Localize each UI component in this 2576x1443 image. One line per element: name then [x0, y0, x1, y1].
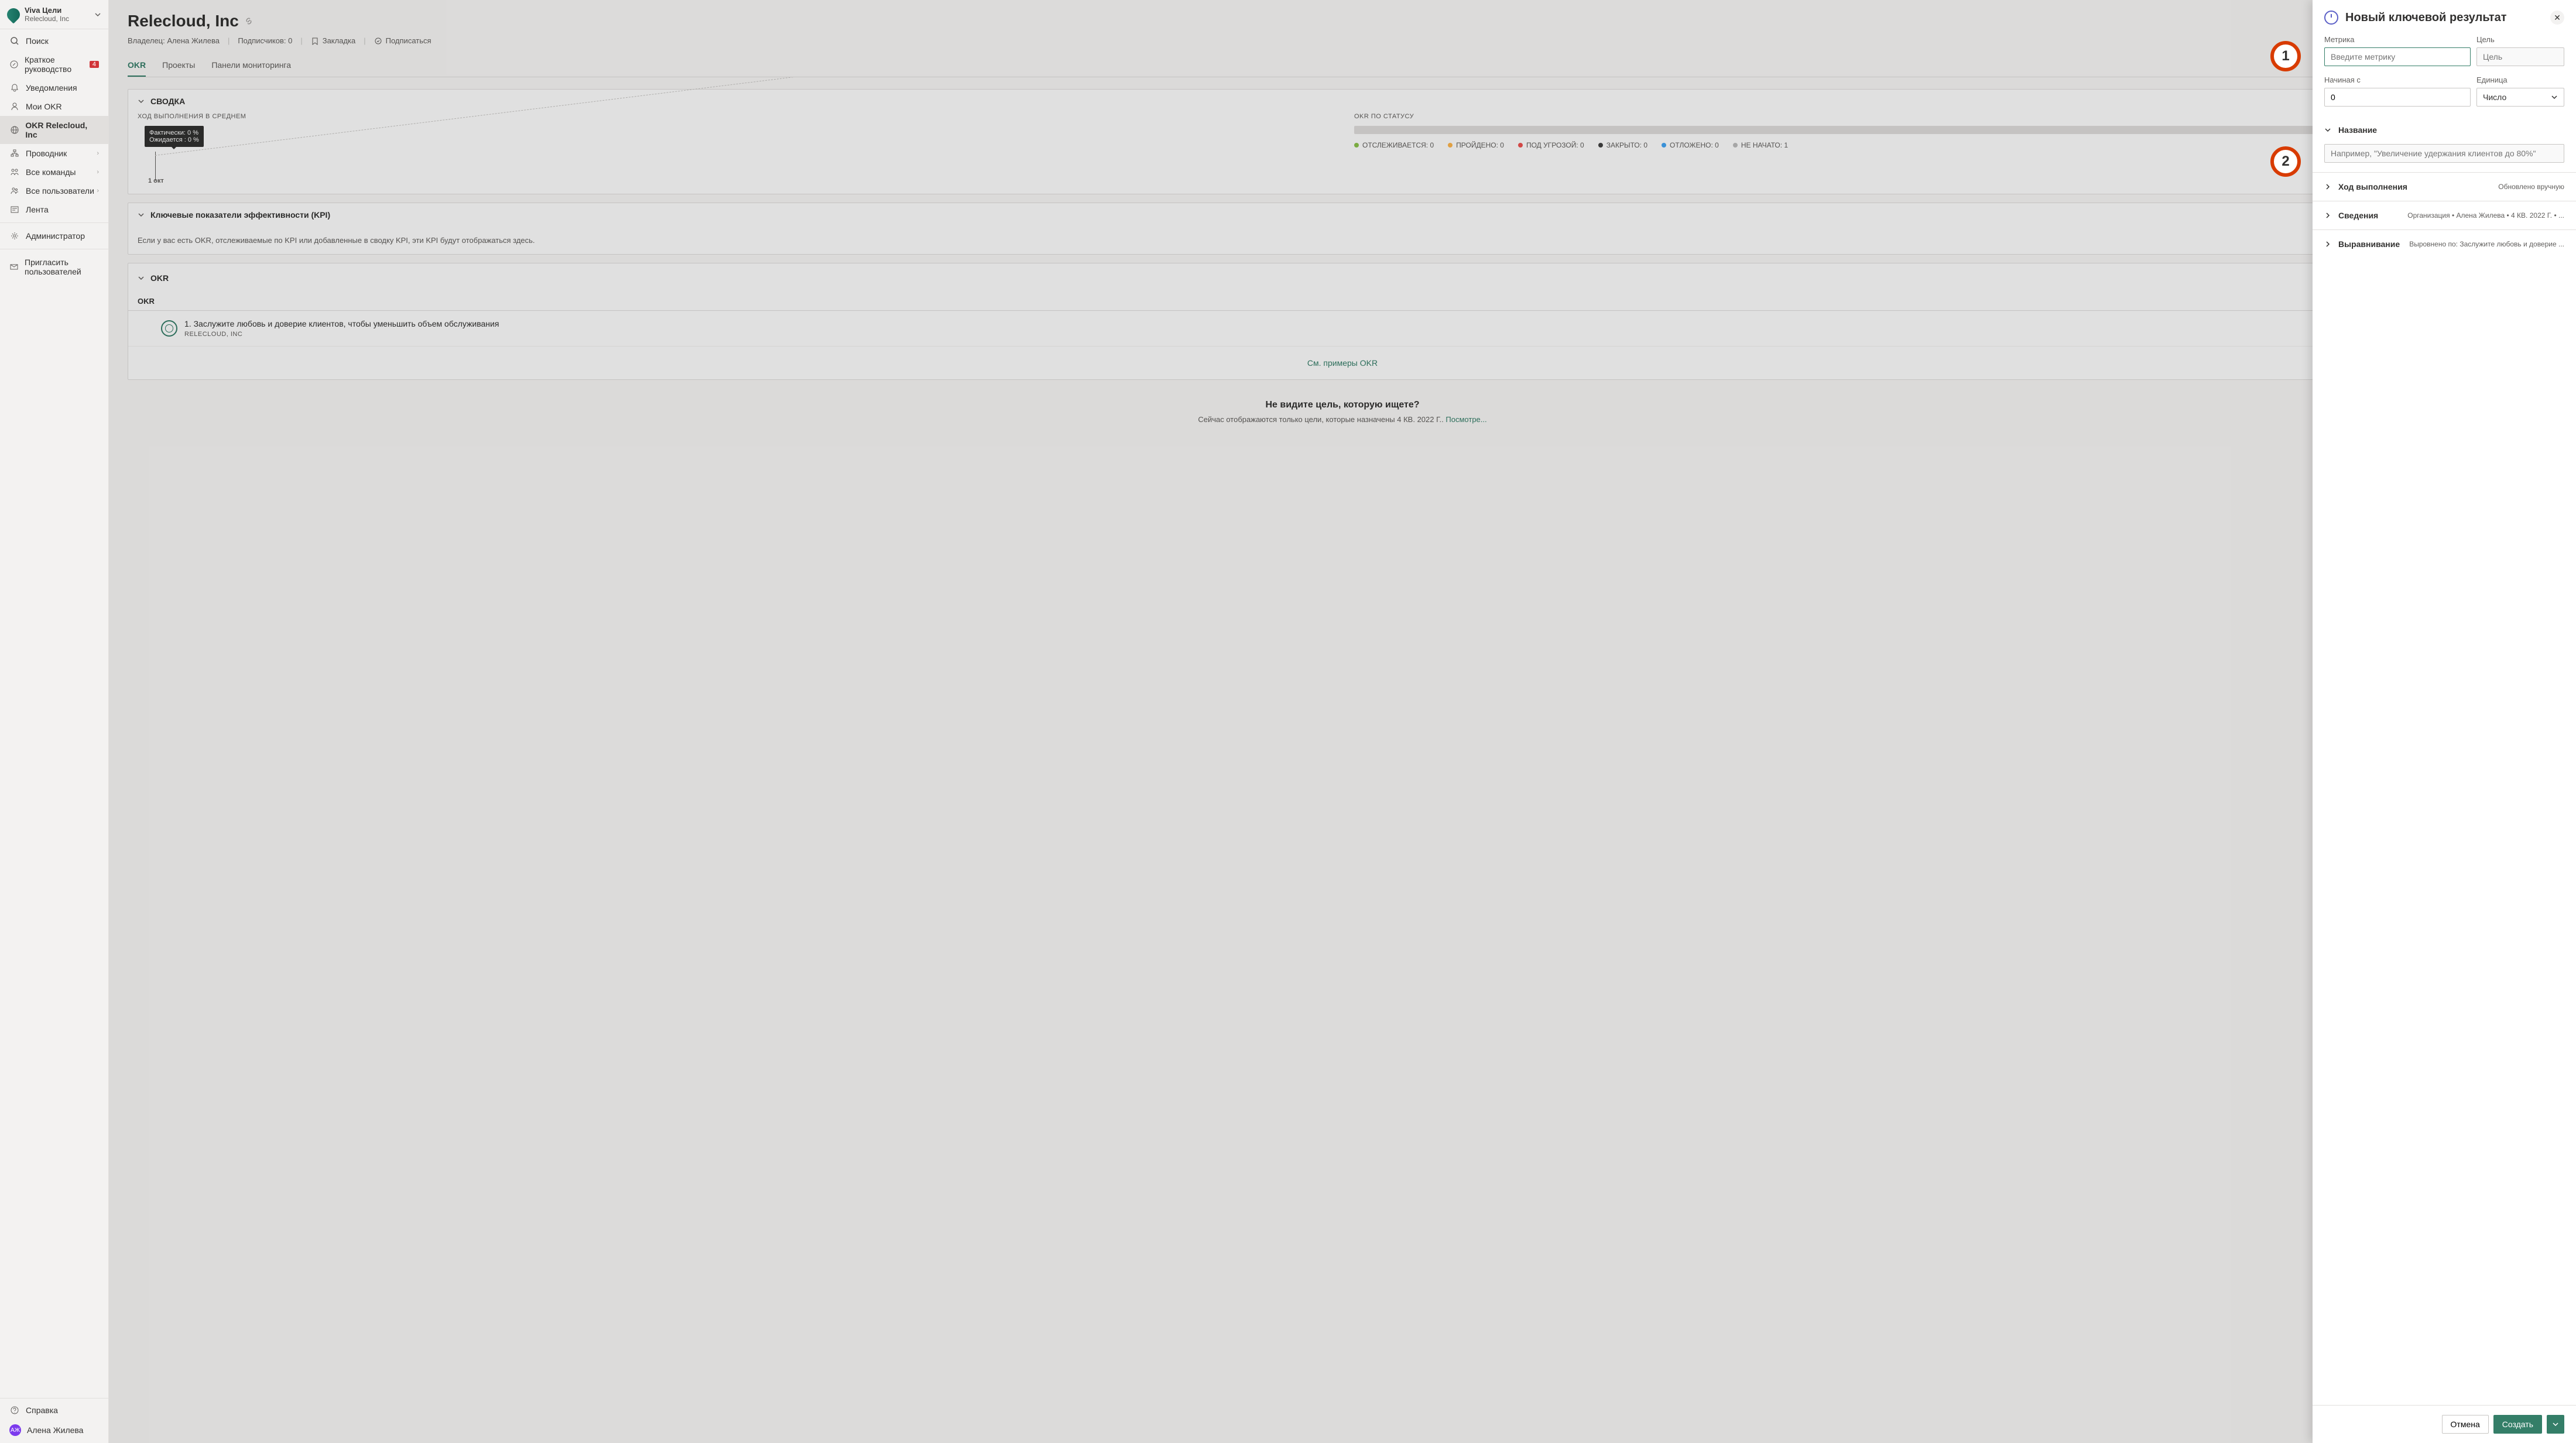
nav-okr-org[interactable]: OKR Relecloud, Inc	[0, 116, 108, 144]
person-icon	[9, 102, 20, 111]
brand-title: Viva Цели	[25, 6, 94, 15]
details-section-toggle[interactable]: Сведения Организация • Алена Жилева • 4 …	[2324, 201, 2564, 229]
nav-label: Поиск	[26, 36, 49, 46]
users-icon	[9, 186, 20, 196]
create-dropdown-button[interactable]	[2547, 1415, 2564, 1434]
chevron-right-icon: ›	[97, 169, 99, 176]
create-button[interactable]: Создать	[2493, 1415, 2542, 1434]
nav-help[interactable]: Справка	[0, 1401, 108, 1420]
panel-title: Новый ключевой результат	[2345, 11, 2543, 25]
nav-label: Уведомления	[26, 83, 77, 92]
annotation-marker-2: 2	[2270, 146, 2301, 177]
chevron-right-icon: ›	[97, 150, 99, 157]
nav-search[interactable]: Поиск	[0, 32, 108, 50]
nav-label: Пригласить пользователей	[25, 258, 99, 276]
gear-icon	[9, 231, 20, 241]
chevron-right-icon	[2324, 241, 2331, 248]
nav-admin[interactable]: Администратор	[0, 227, 108, 245]
search-icon	[9, 36, 20, 46]
start-label: Начиная с	[2324, 76, 2471, 84]
close-button[interactable]: ✕	[2550, 11, 2564, 25]
brand-switcher[interactable]: Viva Цели Relecloud, Inc	[0, 0, 108, 29]
nav-label: Алена Жилева	[27, 1425, 83, 1435]
target-input[interactable]	[2476, 47, 2564, 66]
chevron-down-icon	[94, 11, 101, 18]
nav-all-teams[interactable]: Все команды ›	[0, 163, 108, 181]
tree-icon	[9, 149, 20, 158]
nav-label: Справка	[26, 1406, 58, 1415]
brand-org: Relecloud, Inc	[25, 15, 94, 23]
name-input[interactable]	[2324, 144, 2564, 163]
nav-invite[interactable]: Пригласить пользователей	[0, 253, 108, 281]
chevron-right-icon	[2324, 212, 2331, 219]
chevron-right-icon	[2324, 183, 2331, 190]
annotation-marker-1: 1	[2270, 41, 2301, 71]
badge: 4	[90, 61, 99, 68]
nav-label: Все пользователи	[26, 186, 94, 196]
unit-label: Единица	[2476, 76, 2564, 84]
gauge-icon	[2324, 11, 2338, 25]
nav-label: OKR Relecloud, Inc	[25, 121, 99, 139]
start-input[interactable]	[2324, 88, 2471, 107]
mail-icon	[9, 262, 19, 272]
globe-icon	[9, 125, 19, 135]
chevron-right-icon: ›	[97, 187, 99, 194]
teams-icon	[9, 167, 20, 177]
nav-explorer[interactable]: Проводник ›	[0, 144, 108, 163]
chevron-down-icon	[2324, 126, 2331, 133]
compass-icon	[9, 60, 19, 69]
nav-label: Проводник	[26, 149, 67, 158]
nav-notifications[interactable]: Уведомления	[0, 78, 108, 97]
viva-logo-icon	[4, 5, 22, 23]
modal-overlay[interactable]	[109, 0, 2576, 1443]
nav-label: Краткое руководство	[25, 55, 86, 74]
feed-icon	[9, 205, 20, 214]
metric-label: Метрика	[2324, 35, 2471, 44]
progress-section-toggle[interactable]: Ход выполнения Обновлено вручную	[2324, 173, 2564, 201]
nav-quickguide[interactable]: Краткое руководство 4	[0, 50, 108, 78]
cancel-button[interactable]: Отмена	[2442, 1415, 2489, 1434]
name-section-toggle[interactable]: Название	[2324, 116, 2564, 144]
nav-my-okr[interactable]: Мои OKR	[0, 97, 108, 116]
nav-user[interactable]: АЖ Алена Жилева	[0, 1420, 108, 1441]
metric-input[interactable]	[2324, 47, 2471, 66]
unit-select[interactable]: Число	[2476, 88, 2564, 107]
target-label: Цель	[2476, 35, 2564, 44]
avatar: АЖ	[9, 1424, 21, 1436]
bell-icon	[9, 83, 20, 92]
new-kr-panel: Новый ключевой результат ✕ Метрика Цель …	[2313, 0, 2576, 1443]
nav-label: Администратор	[26, 231, 85, 241]
nav-all-users[interactable]: Все пользователи ›	[0, 181, 108, 200]
nav-feed[interactable]: Лента	[0, 200, 108, 219]
nav-label: Лента	[26, 205, 49, 214]
help-icon	[9, 1406, 20, 1415]
nav-label: Мои OKR	[26, 102, 62, 111]
nav-label: Все команды	[26, 167, 76, 177]
alignment-section-toggle[interactable]: Выравнивание Выровнено по: Заслужите люб…	[2324, 230, 2564, 258]
